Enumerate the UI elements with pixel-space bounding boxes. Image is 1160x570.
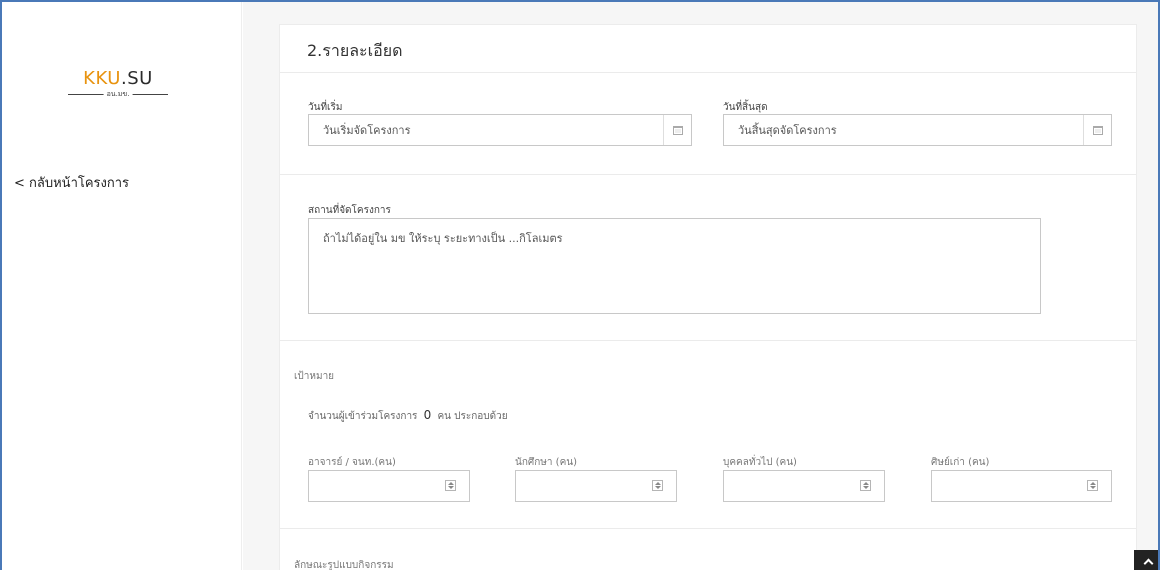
sidebar: KKU.SU อน.มข. < กลับหน้าโครงการ <box>2 2 242 570</box>
alumni-count-label: ศิษย์เก่า (คน) <box>931 457 990 468</box>
start-date-input[interactable]: วันเริ่มจัดโครงการ <box>308 114 692 146</box>
venue-placeholder: ถ้าไม่ได้อยู่ใน มข ให้ระบุ ระยะทางเป็น .… <box>323 232 563 245</box>
logo-subtitle: อน.มข. <box>103 89 133 100</box>
kku-su-logo[interactable]: KKU.SU อน.มข. <box>68 68 168 100</box>
chevron-up-icon <box>1143 558 1153 568</box>
venue-textarea[interactable]: ถ้าไม่ได้อยู่ใน มข ให้ระบุ ระยะทางเป็น .… <box>308 218 1041 314</box>
calendar-icon <box>672 125 683 135</box>
stepper-icon[interactable] <box>652 480 663 491</box>
student-count-label: นักศึกษา (คน) <box>515 457 578 468</box>
logo-text: KKU.SU <box>68 68 168 89</box>
main-content: 2.รายละเอียด วันที่เริ่ม วันเริ่มจัดโครง… <box>243 2 1158 570</box>
public-count-input[interactable] <box>723 470 885 502</box>
scroll-to-top-button[interactable] <box>1134 550 1158 570</box>
stepper-icon[interactable] <box>445 480 456 491</box>
end-date-label: วันที่สิ้นสุด <box>723 102 768 113</box>
stepper-icon[interactable] <box>1087 480 1098 491</box>
venue-label: สถานที่จัดโครงการ <box>308 205 391 216</box>
details-card: 2.รายละเอียด วันที่เริ่ม วันเริ่มจัดโครง… <box>279 24 1137 570</box>
back-to-projects-link[interactable]: < กลับหน้าโครงการ <box>14 172 129 193</box>
staff-count-label: อาจารย์ / จนท.(คน) <box>308 457 396 468</box>
calendar-icon <box>1092 125 1103 135</box>
divider <box>280 174 1136 175</box>
start-date-placeholder: วันเริ่มจัดโครงการ <box>323 124 411 137</box>
participant-count-value: 0 <box>423 408 432 422</box>
participant-count-suffix: คน ประกอบด้วย <box>437 411 508 422</box>
staff-count-input[interactable] <box>308 470 470 502</box>
alumni-count-input[interactable] <box>931 470 1112 502</box>
app-window: ู KKU.SU อน.มข. < กลับหน้าโครงการ 2.รายล… <box>0 0 1160 570</box>
divider <box>280 72 1136 73</box>
start-date-label: วันที่เริ่ม <box>308 102 343 113</box>
participant-count-text: จำนวนผู้เข้าร่วมโครงการ 0 คน ประกอบด้วย <box>308 408 508 424</box>
public-count-label: บุคคลทั่วไป (คน) <box>723 457 797 468</box>
activity-format-label: ลักษณะรูปแบบกิจกรรม <box>294 560 394 570</box>
logo-brand-main: KKU <box>83 68 121 89</box>
start-date-calendar-button[interactable] <box>663 115 691 145</box>
stepper-icon[interactable] <box>860 480 871 491</box>
student-count-input[interactable] <box>515 470 677 502</box>
logo-underline: อน.มข. <box>68 89 168 100</box>
section-title: 2.รายละเอียด <box>307 41 403 60</box>
participant-count-prefix: จำนวนผู้เข้าร่วมโครงการ <box>308 411 418 422</box>
logo-brand-suffix: SU <box>127 68 153 89</box>
divider <box>280 340 1136 341</box>
end-date-input[interactable]: วันสิ้นสุดจัดโครงการ <box>723 114 1112 146</box>
end-date-calendar-button[interactable] <box>1083 115 1111 145</box>
end-date-placeholder: วันสิ้นสุดจัดโครงการ <box>738 124 837 137</box>
target-label: เป้าหมาย <box>294 371 335 382</box>
divider <box>280 528 1136 529</box>
